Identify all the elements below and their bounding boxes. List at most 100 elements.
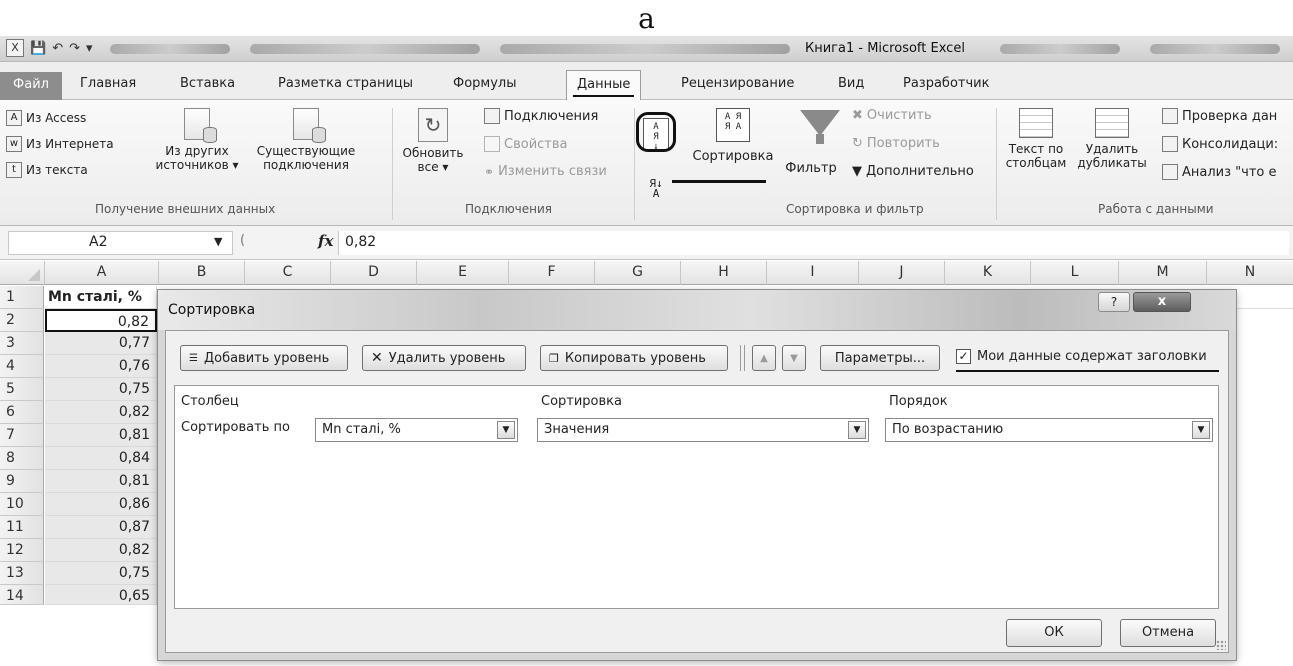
column-header-f[interactable]: F bbox=[508, 261, 594, 285]
function-icon[interactable]: fx bbox=[318, 232, 333, 250]
cell-a13[interactable]: 0,75 bbox=[45, 562, 157, 585]
cell-a10[interactable]: 0,86 bbox=[45, 493, 157, 516]
reapply-button[interactable]: ↻ Повторить bbox=[852, 136, 940, 151]
tab-developer[interactable]: Разработчик bbox=[903, 76, 989, 91]
ok-button[interactable]: ОК bbox=[1006, 619, 1102, 647]
from-access-button[interactable]: A Из Access bbox=[6, 110, 86, 126]
consolidate-button[interactable]: Консолидаци: bbox=[1162, 136, 1278, 152]
select-all-corner[interactable] bbox=[0, 261, 44, 285]
row-header[interactable]: 4 bbox=[0, 355, 44, 378]
checkmark-icon[interactable]: ✓ bbox=[956, 349, 971, 364]
resize-grip-icon[interactable] bbox=[1216, 640, 1226, 650]
column-header-k[interactable]: K bbox=[944, 261, 1030, 285]
edit-links-button[interactable]: ⚭ Изменить связи bbox=[484, 164, 607, 179]
name-box[interactable]: A2 ▼ bbox=[8, 231, 233, 255]
formula-input[interactable]: 0,82 bbox=[338, 231, 1289, 255]
cell-a6[interactable]: 0,82 bbox=[45, 401, 157, 424]
refresh-all-button[interactable]: ↻ Обновить все ▾ bbox=[398, 108, 468, 174]
dialog-title-bar[interactable]: Сортировка ? x bbox=[158, 290, 1236, 330]
chevron-down-icon[interactable]: ▼ bbox=[848, 421, 866, 439]
tab-home[interactable]: Главная bbox=[80, 76, 136, 91]
row-header[interactable]: 11 bbox=[0, 516, 44, 539]
row-header[interactable]: 9 bbox=[0, 470, 44, 493]
cell-a4[interactable]: 0,76 bbox=[45, 355, 157, 378]
close-button[interactable]: x bbox=[1133, 292, 1191, 312]
row-header[interactable]: 6 bbox=[0, 401, 44, 424]
save-icon[interactable]: 💾 bbox=[30, 41, 46, 56]
column-header-c[interactable]: C bbox=[244, 261, 330, 285]
cell-a7[interactable]: 0,81 bbox=[45, 424, 157, 447]
sort-on-select[interactable]: Значения ▼ bbox=[537, 418, 869, 442]
cell-a2-active[interactable]: 0,82 bbox=[45, 309, 157, 332]
column-header-l[interactable]: L bbox=[1030, 261, 1118, 285]
cell-a12[interactable]: 0,82 bbox=[45, 539, 157, 562]
from-other-sources-button[interactable]: Из других источников ▾ bbox=[154, 108, 240, 172]
cell-a8[interactable]: 0,84 bbox=[45, 447, 157, 470]
text-to-columns-button[interactable]: Текст по столбцам bbox=[1000, 108, 1072, 170]
column-header-m[interactable]: M bbox=[1118, 261, 1206, 285]
copy-level-button[interactable]: ❐ Копировать уровень bbox=[540, 345, 728, 371]
chevron-down-icon[interactable]: ▼ bbox=[497, 421, 515, 439]
order-select[interactable]: По возрастанию ▼ bbox=[885, 418, 1213, 442]
data-validation-button[interactable]: Проверка дан bbox=[1162, 108, 1277, 124]
connections-button[interactable]: Подключения bbox=[484, 108, 598, 124]
cell-a1[interactable]: Mn сталі, % bbox=[45, 286, 157, 309]
column-header-g[interactable]: G bbox=[594, 261, 680, 285]
tab-file[interactable]: Файл bbox=[0, 72, 62, 100]
row-header[interactable]: 7 bbox=[0, 424, 44, 447]
clear-filter-button[interactable]: ✖ Очистить bbox=[852, 108, 932, 123]
column-header-b[interactable]: B bbox=[158, 261, 244, 285]
column-header-e[interactable]: E bbox=[416, 261, 508, 285]
column-header-i[interactable]: I bbox=[766, 261, 858, 285]
cell-a3[interactable]: 0,77 bbox=[45, 332, 157, 355]
undo-icon[interactable]: ↶ bbox=[52, 41, 63, 56]
from-web-button[interactable]: w Из Интернета bbox=[6, 136, 114, 152]
tab-data[interactable]: Данные bbox=[566, 70, 642, 101]
column-header-j[interactable]: J bbox=[858, 261, 944, 285]
chevron-down-icon[interactable]: ▼ bbox=[1192, 421, 1210, 439]
column-header-a[interactable]: A bbox=[44, 261, 158, 285]
tab-insert[interactable]: Вставка bbox=[180, 76, 235, 91]
filter-button[interactable]: Фильтр bbox=[776, 162, 846, 176]
cell-a5[interactable]: 0,75 bbox=[45, 378, 157, 401]
help-button[interactable]: ? bbox=[1098, 292, 1130, 312]
redo-icon[interactable]: ↷ bbox=[69, 41, 80, 56]
what-if-button[interactable]: Анализ "что е bbox=[1162, 164, 1276, 180]
remove-duplicates-button[interactable]: Удалить дубликаты bbox=[1074, 108, 1150, 170]
has-headers-checkbox[interactable]: ✓ Мои данные содержат заголовки bbox=[956, 349, 1207, 364]
row-header[interactable]: 3 bbox=[0, 332, 44, 355]
customize-qat-icon[interactable]: ▾ bbox=[86, 41, 93, 56]
row-header[interactable]: 1 bbox=[0, 286, 44, 309]
row-header[interactable]: 14 bbox=[0, 585, 44, 605]
column-header-d[interactable]: D bbox=[330, 261, 416, 285]
cancel-button[interactable]: Отмена bbox=[1120, 619, 1216, 647]
sort-descending-icon[interactable]: Я↓ А bbox=[643, 176, 669, 208]
column-header-n[interactable]: N bbox=[1206, 261, 1293, 285]
cell-a11[interactable]: 0,87 bbox=[45, 516, 157, 539]
move-down-icon[interactable]: ▼ bbox=[782, 345, 806, 371]
row-header[interactable]: 13 bbox=[0, 562, 44, 585]
advanced-filter-button[interactable]: ▼ Дополнительно bbox=[852, 164, 974, 179]
tab-page-layout[interactable]: Разметка страницы bbox=[278, 76, 413, 91]
delete-level-button[interactable]: ✕ Удалить уровень bbox=[362, 345, 526, 371]
tab-review[interactable]: Рецензирование bbox=[681, 76, 794, 91]
tab-view[interactable]: Вид bbox=[838, 76, 864, 91]
row-header[interactable]: 12 bbox=[0, 539, 44, 562]
existing-connections-button[interactable]: Существующие подключения bbox=[256, 108, 356, 172]
move-up-icon[interactable]: ▲ bbox=[752, 345, 776, 371]
chevron-down-icon[interactable]: ▼ bbox=[214, 235, 222, 248]
row-header[interactable]: 10 bbox=[0, 493, 44, 516]
row-header[interactable]: 8 bbox=[0, 447, 44, 470]
tab-formulas[interactable]: Формулы bbox=[453, 76, 516, 91]
row-header[interactable]: 5 bbox=[0, 378, 44, 401]
cell-a9[interactable]: 0,81 bbox=[45, 470, 157, 493]
row-header[interactable]: 2 bbox=[0, 309, 44, 332]
column-header-h[interactable]: H bbox=[680, 261, 766, 285]
from-text-button[interactable]: t Из текста bbox=[6, 162, 88, 178]
sort-button[interactable]: А ЯЯ А Сортировка bbox=[688, 108, 778, 164]
add-level-button[interactable]: ☰ Добавить уровень bbox=[180, 345, 348, 371]
cell-a14[interactable]: 0,65 bbox=[45, 585, 157, 605]
properties-button[interactable]: Свойства bbox=[484, 136, 568, 152]
column-select[interactable]: Mn сталі, % ▼ bbox=[315, 418, 518, 442]
options-button[interactable]: Параметры... bbox=[820, 345, 940, 371]
